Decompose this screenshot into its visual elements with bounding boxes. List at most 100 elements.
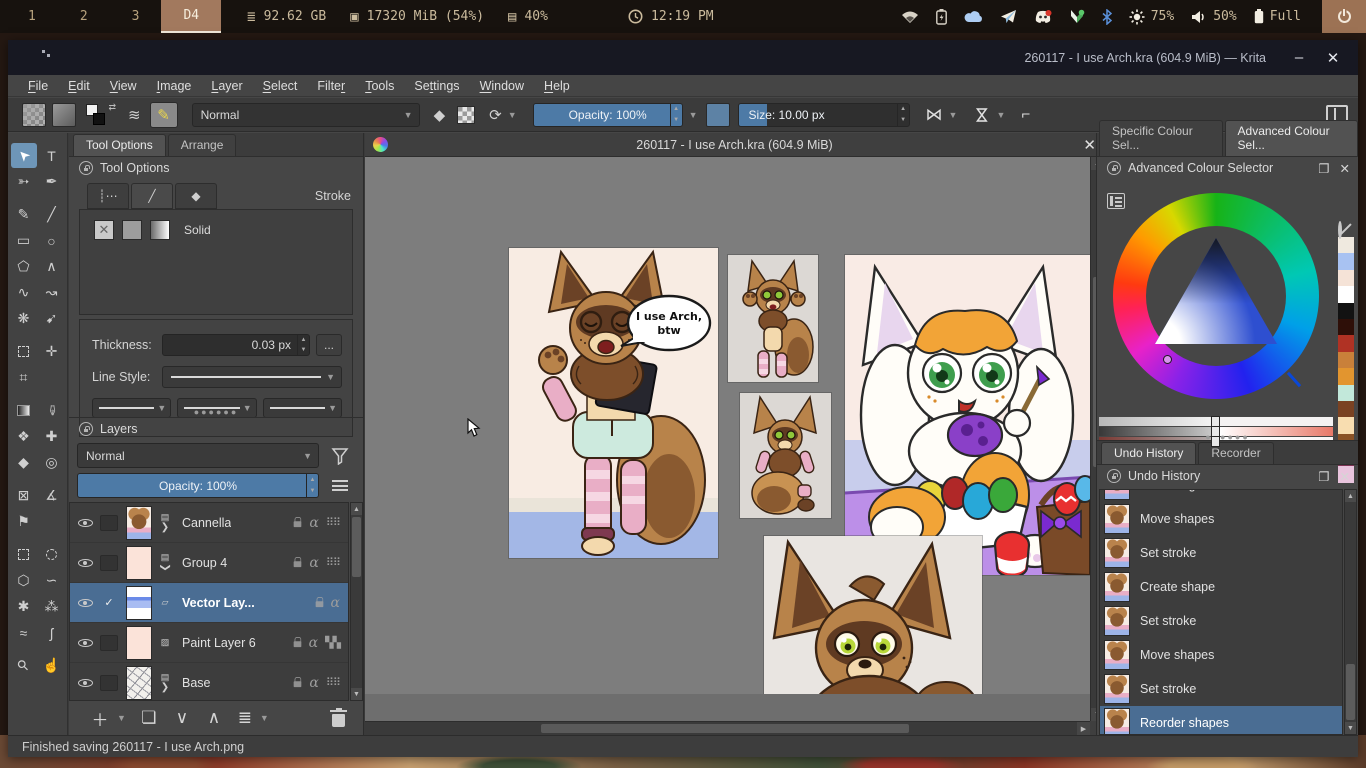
toolbox-tool[interactable]: ⊠ xyxy=(11,483,37,508)
undo-entry[interactable]: Create shape xyxy=(1100,570,1342,604)
toolbox-tool[interactable] xyxy=(11,398,37,423)
color-marker[interactable] xyxy=(1163,355,1172,364)
tab-undo-history[interactable]: Undo History xyxy=(1101,442,1196,464)
menu-item[interactable]: Help xyxy=(534,75,580,97)
line-start-dropdown[interactable]: ▼ xyxy=(92,398,171,418)
layer-visibility-eye-icon[interactable] xyxy=(70,676,100,689)
reload-preset-icon[interactable]: ⟳ xyxy=(489,106,502,124)
layer-expand-arrow[interactable] xyxy=(161,683,169,692)
layer-filter-button[interactable] xyxy=(325,443,355,468)
menu-item[interactable]: View xyxy=(100,75,147,97)
undo-entry[interactable]: Set background xyxy=(1100,489,1342,502)
toolbox-tool[interactable] xyxy=(39,542,65,567)
toolbox-tool[interactable]: ➳ xyxy=(11,169,37,194)
thickness-more-button[interactable]: ... xyxy=(316,334,342,356)
eraser-mode-icon[interactable]: ◆ xyxy=(434,106,446,124)
layer-visibility-eye-icon[interactable] xyxy=(70,636,100,649)
layer-select-checkbox[interactable]: ✓ xyxy=(100,595,118,611)
layer-options-menu-icon[interactable] xyxy=(325,480,355,491)
document-close-icon[interactable]: ✕ xyxy=(1083,136,1096,154)
toolbox-tool[interactable]: ❖ xyxy=(11,424,37,449)
layer-select-checkbox[interactable] xyxy=(100,515,118,531)
stroke-solid-chip[interactable] xyxy=(122,220,142,240)
layer-select-checkbox[interactable] xyxy=(100,635,118,651)
toolbox-tool[interactable]: ◆ xyxy=(11,450,37,475)
undo-list-scrollbar[interactable]: ▲ ▼ xyxy=(1344,489,1357,735)
gradient-chooser[interactable] xyxy=(22,103,46,127)
component-slider[interactable] xyxy=(1099,417,1333,426)
layer-properties-button[interactable]: ≣ xyxy=(230,708,260,728)
stroke-none-chip[interactable]: ✕ xyxy=(94,220,114,240)
toolbox-tool[interactable]: ≈ xyxy=(11,620,37,645)
undo-entry[interactable]: Move shapes xyxy=(1100,502,1342,536)
docker-splitter[interactable]: ●●●●●● xyxy=(69,409,363,415)
no-color-icon[interactable] xyxy=(1338,221,1342,239)
layer-alpha-icon[interactable]: α xyxy=(309,555,318,571)
canvas-viewport[interactable]: I use Arch, btw xyxy=(365,157,1090,694)
toolbox-tool[interactable]: ✛ xyxy=(39,339,65,364)
toolbox-tool[interactable]: ✑ xyxy=(39,398,65,423)
close-docker-icon[interactable]: ✕ xyxy=(1340,161,1350,176)
layer-row[interactable]: Base α xyxy=(70,663,348,701)
blending-mode-dropdown[interactable]: Normal▼ xyxy=(192,103,420,127)
brush-size-chip[interactable] xyxy=(706,103,730,127)
toolbox-tool[interactable]: ○ xyxy=(39,228,65,253)
foreground-background-colors[interactable]: ⇄ xyxy=(86,102,116,128)
menu-item[interactable]: Edit xyxy=(58,75,100,97)
thickness-spin-buttons[interactable]: ▲▼ xyxy=(297,335,309,355)
chevron-down-icon[interactable]: ▼ xyxy=(996,110,1005,120)
telegram-icon[interactable] xyxy=(1000,9,1017,24)
layer-select-checkbox[interactable] xyxy=(100,555,118,571)
subtab-corner-style[interactable]: ┊⋯ xyxy=(87,183,129,209)
float-docker-icon[interactable]: ❐ xyxy=(1318,469,1329,484)
hue-wheel[interactable] xyxy=(1113,193,1319,399)
layer-alpha-icon[interactable]: α xyxy=(309,675,318,691)
undo-entry[interactable]: Move shapes xyxy=(1100,638,1342,672)
toolbox-tool[interactable]: ⌗ xyxy=(11,365,37,390)
line-style-dropdown[interactable]: ▼ xyxy=(162,366,342,388)
float-docker-icon[interactable]: ❐ xyxy=(1318,161,1329,176)
document-subwindow-titlebar[interactable]: 260117 - I use Arch.kra (604.9 MiB) ✕ xyxy=(365,133,1104,157)
properties-dropdown-icon[interactable]: ▼ xyxy=(260,713,269,723)
toolbox-tool[interactable] xyxy=(11,339,37,364)
lock-docker-icon[interactable] xyxy=(79,161,93,175)
toolbox-tool[interactable]: T xyxy=(39,143,65,168)
chevron-down-icon[interactable]: ▼ xyxy=(508,110,517,120)
lock-docker-icon[interactable] xyxy=(1107,161,1121,175)
layer-opacity-slider[interactable]: Opacity: 100% ▲▼ xyxy=(77,473,319,498)
preserve-alpha-icon[interactable] xyxy=(457,106,475,124)
menu-item[interactable]: Filter xyxy=(307,75,355,97)
toolbox-tool[interactable]: ╱ xyxy=(39,202,65,227)
history-swatch[interactable] xyxy=(1338,352,1354,368)
toolbox-tool[interactable]: ⬠ xyxy=(11,254,37,279)
size-spin-buttons[interactable]: ▲▼ xyxy=(897,104,909,126)
move-layer-down-button[interactable]: ∨ xyxy=(166,708,198,728)
battery-indicator[interactable]: Full xyxy=(1254,9,1301,24)
close-button[interactable]: ✕ xyxy=(1318,40,1348,75)
toolbox-tool[interactable]: ❋ xyxy=(11,306,37,331)
layer-lock-icon[interactable] xyxy=(294,518,302,527)
history-swatch[interactable] xyxy=(1338,401,1354,417)
wraparound-icon[interactable]: ⌐ xyxy=(1021,106,1030,123)
toolbox-tool[interactable]: ➹ xyxy=(39,306,65,331)
history-swatch[interactable] xyxy=(1338,319,1354,335)
tab-specific-colour-selector[interactable]: Specific Colour Sel... xyxy=(1099,120,1223,156)
toolbox-tool[interactable]: ⁂ xyxy=(39,594,65,619)
opacity-spin-buttons[interactable]: ▲▼ xyxy=(670,104,682,126)
minimize-button[interactable]: – xyxy=(1284,40,1314,75)
toolbox-tool[interactable]: ↝ xyxy=(39,280,65,305)
add-layer-dropdown-icon[interactable]: ▼ xyxy=(117,713,126,723)
lock-docker-icon[interactable] xyxy=(79,422,93,436)
history-swatch[interactable] xyxy=(1338,237,1354,253)
toolbox-tool[interactable]: ✱ xyxy=(11,594,37,619)
window-titlebar[interactable]: 260117 - I use Arch.kra (604.9 MiB) — Kr… xyxy=(8,40,1358,75)
layer-alpha-icon[interactable]: α xyxy=(309,635,318,651)
layer-lock-icon[interactable] xyxy=(294,678,302,687)
workspace-item[interactable]: 1 xyxy=(6,0,58,33)
move-layer-up-button[interactable]: ∧ xyxy=(198,708,230,728)
layer-alpha-icon[interactable]: α xyxy=(331,595,340,611)
layer-row[interactable]: Cannella α xyxy=(70,503,348,543)
layer-row[interactable]: Paint Layer 6 α xyxy=(70,623,348,663)
toolbox-tool[interactable]: ⚲ xyxy=(11,653,37,678)
workspace-item[interactable]: D4 xyxy=(161,0,221,33)
